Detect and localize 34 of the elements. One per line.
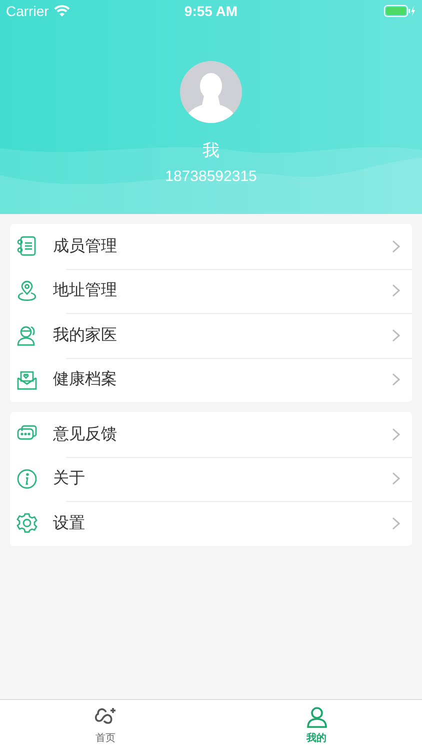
chevron-icon — [392, 428, 400, 441]
envelope-heart-icon — [16, 368, 38, 391]
battery-icon — [384, 5, 416, 17]
menu-item[interactable]: 地址管理 — [10, 268, 412, 313]
user-name: 我 — [202, 140, 220, 162]
wifi-icon — [54, 5, 70, 17]
contact-list-icon — [16, 235, 38, 258]
menu-label: 设置 — [53, 512, 86, 534]
menu-item[interactable]: 成员管理 — [10, 224, 412, 268]
chevron-icon — [392, 328, 400, 342]
person-icon — [306, 706, 328, 728]
menu-label: 意见反馈 — [53, 424, 118, 445]
menu-item[interactable]: 意见反馈 — [10, 412, 412, 456]
info-icon — [16, 468, 38, 490]
chevron-icon — [392, 472, 400, 486]
phone-number: 18738592315 — [165, 168, 257, 185]
menu-item[interactable]: 关于 — [10, 456, 412, 501]
tab[interactable]: 首页 — [0, 700, 211, 750]
menu-item[interactable]: 健康档案 — [10, 358, 412, 402]
menu-item[interactable]: 设置 — [10, 501, 412, 546]
menu-label: 健康档案 — [53, 369, 118, 390]
chevron-icon — [392, 240, 400, 253]
menu-label: 关于 — [53, 468, 86, 490]
carrier-label: Carrier — [6, 3, 49, 19]
chevron-icon — [392, 516, 400, 530]
location-pin-icon — [16, 280, 38, 302]
chevron-icon — [392, 373, 400, 386]
chevron-icon — [392, 284, 400, 298]
status-time: 9:55 AM — [183, 3, 239, 19]
settings-icon — [16, 512, 38, 534]
menu-label: 地址管理 — [53, 280, 118, 302]
menu-label: 成员管理 — [53, 236, 118, 257]
menu-item[interactable]: 我的家医 — [10, 313, 412, 358]
menu-label: 我的家医 — [53, 324, 118, 346]
